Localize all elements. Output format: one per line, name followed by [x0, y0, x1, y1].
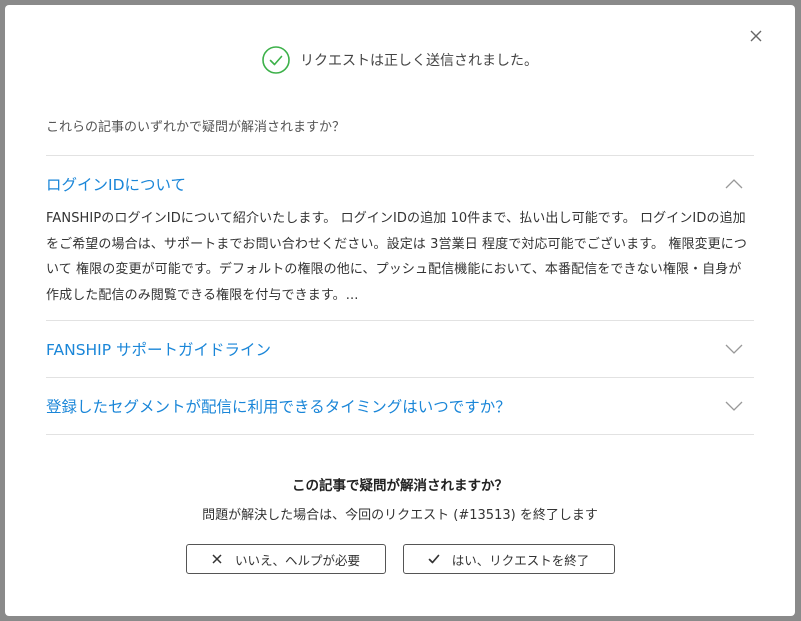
- chevron-down-icon[interactable]: [724, 343, 744, 355]
- confirm-subtitle: 問題が解決した場合は、今回のリクエスト (#13513) を終了します: [202, 508, 598, 523]
- request-submitted-modal: リクエストは正しく送信されました。 これらの記事のいずれかで疑問が解消されますか…: [5, 5, 795, 616]
- article-title[interactable]: FANSHIP サポートガイドライン: [46, 338, 271, 360]
- confirm-section: この記事で疑問が解消されますか？ 問題が解決した場合は、今回のリクエスト (#1…: [5, 474, 795, 523]
- article-list: ログインIDについて FANSHIPのログインIDについて紹介いたします。 ログ…: [46, 155, 754, 435]
- articles-question: これらの記事のいずれかで疑問が解消されますか？: [46, 120, 346, 135]
- article-header-login-id[interactable]: ログインIDについて: [46, 156, 754, 212]
- close-icon: [212, 554, 222, 564]
- checkmark-icon: [428, 554, 440, 564]
- chevron-down-icon[interactable]: [724, 400, 744, 412]
- article-title[interactable]: 登録したセグメントが配信に利用できるタイミングはいつですか？: [46, 395, 511, 417]
- confirm-title: この記事で疑問が解消されますか？: [292, 478, 508, 494]
- article-header-support-guideline[interactable]: FANSHIP サポートガイドライン: [46, 321, 754, 377]
- article-item: ログインIDについて FANSHIPのログインIDについて紹介いたします。 ログ…: [46, 155, 754, 320]
- need-help-label: いいえ、ヘルプが必要: [234, 552, 360, 568]
- status-banner: リクエストは正しく送信されました。: [5, 45, 795, 75]
- need-help-button[interactable]: いいえ、ヘルプが必要: [185, 544, 386, 574]
- chevron-up-icon[interactable]: [724, 178, 744, 190]
- article-title[interactable]: ログインIDについて: [46, 173, 186, 195]
- check-circle-icon: [262, 46, 290, 74]
- article-item: 登録したセグメントが配信に利用できるタイミングはいつですか？: [46, 377, 754, 435]
- article-header-segment-timing[interactable]: 登録したセグメントが配信に利用できるタイミングはいつですか？: [46, 378, 754, 434]
- status-message: リクエストは正しく送信されました。: [300, 53, 538, 69]
- article-excerpt: FANSHIPのログインIDについて紹介いたします。 ログインIDの追加 10件…: [46, 211, 747, 303]
- close-request-button[interactable]: はい、リクエストを終了: [402, 544, 615, 574]
- close-button[interactable]: [747, 27, 765, 45]
- action-buttons: いいえ、ヘルプが必要 はい、リクエストを終了: [5, 544, 795, 574]
- article-item: FANSHIP サポートガイドライン: [46, 320, 754, 377]
- close-request-label: はい、リクエストを終了: [451, 552, 590, 568]
- close-icon: [750, 30, 762, 42]
